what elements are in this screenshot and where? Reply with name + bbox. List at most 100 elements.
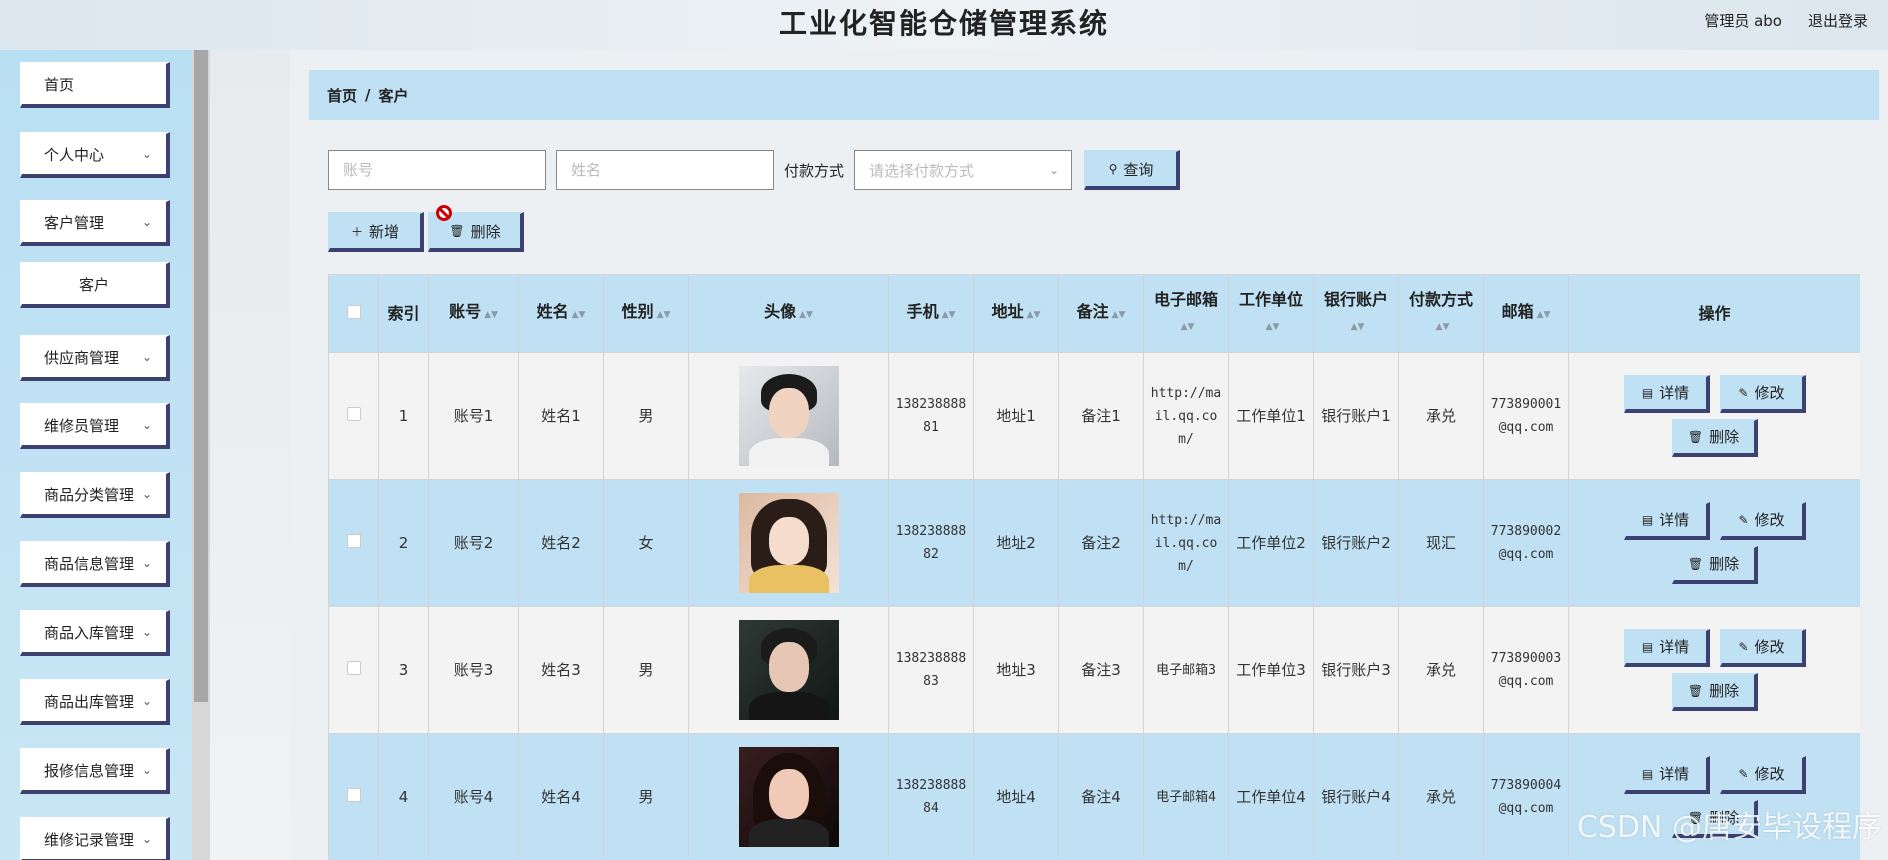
cell-mailbox: 773890002@qq.com [1483, 479, 1569, 607]
cell-checkbox [328, 479, 379, 607]
row-checkbox[interactable] [346, 533, 361, 548]
sort-icon[interactable]: ▲▼ [1027, 310, 1041, 320]
sidebar-scrollbar[interactable] [192, 50, 210, 860]
logout-link[interactable]: 退出登录 [1808, 10, 1868, 31]
plus-icon: ＋ [350, 224, 363, 239]
cell-name: 姓名1 [518, 352, 604, 480]
document-icon: ▤ [1641, 766, 1654, 781]
col-header-avatar[interactable]: 头像 ▲▼ [688, 274, 889, 353]
edit-button[interactable]: ✎ 修改 [1719, 502, 1806, 540]
col-header-label: 电子邮箱 [1153, 290, 1218, 309]
add-button[interactable]: ＋ 新增 [328, 212, 424, 252]
cell-index: 4 [378, 733, 429, 860]
sort-icon[interactable]: ▲▼ [1112, 310, 1126, 320]
detail-button[interactable]: ▤ 详情 [1623, 629, 1710, 667]
app-title: 工业化智能仓储管理系统 [778, 7, 1109, 40]
col-header-label: 工作单位 [1238, 290, 1303, 309]
sidebar-item[interactable]: 客户 [20, 262, 170, 308]
payment-select[interactable]: 请选择付款方式 ⌄ [854, 150, 1073, 190]
name-search-input[interactable] [556, 150, 774, 190]
sort-icon[interactable]: ▲▼ [1351, 322, 1365, 332]
sidebar-item[interactable]: 首页 [20, 62, 170, 108]
edit-button[interactable]: ✎ 修改 [1719, 756, 1806, 794]
sidebar-item-label: 首页 [44, 75, 75, 94]
sidebar-item[interactable]: 维修记录管理 ⌄ [20, 817, 170, 860]
sidebar-item[interactable]: 客户管理 ⌄ [20, 200, 170, 246]
sort-icon[interactable]: ▲▼ [1266, 322, 1280, 332]
col-header-remark[interactable]: 备注 ▲▼ [1058, 274, 1144, 353]
col-header-phone[interactable]: 手机 ▲▼ [888, 274, 974, 353]
batch-delete-button-label: 删除 [470, 222, 501, 241]
sort-icon[interactable]: ▲▼ [484, 310, 498, 320]
action-toolbar: ＋ 新增 🗑 删除 [328, 212, 524, 252]
cell-gender: 女 [603, 479, 689, 607]
watermark: CSDN @唐安毕设程序 [1576, 810, 1882, 845]
avatar-body [748, 438, 829, 466]
sort-icon[interactable]: ▲▼ [1537, 310, 1551, 320]
cell-avatar [688, 352, 889, 480]
cell-phone: 13823888884 [888, 733, 974, 860]
table-row[interactable]: 1 账号1 姓名1 男 13823888881 地址1 备注1 http://mail.qq.… [328, 352, 1860, 480]
sidebar-item-label: 商品分类管理 [44, 485, 135, 504]
sort-icon[interactable]: ▲▼ [657, 310, 671, 320]
sort-icon[interactable]: ▲▼ [799, 310, 813, 320]
sidebar-item[interactable]: 商品出库管理 ⌄ [20, 679, 170, 725]
customer-table: 索引 账号 ▲▼ 姓名 ▲▼ 性别 ▲▼ 头像 ▲▼ 手机 ▲▼ 地址 ▲▼ 备注 ▲▼ 电子… [328, 274, 1860, 860]
row-checkbox[interactable] [346, 406, 361, 421]
delete-button[interactable]: 🗑 删除 [1671, 419, 1758, 457]
sort-icon[interactable]: ▲▼ [1181, 322, 1195, 332]
document-icon: ▤ [1641, 512, 1654, 527]
table-header-row: 索引 账号 ▲▼ 姓名 ▲▼ 性别 ▲▼ 头像 ▲▼ 手机 ▲▼ 地址 ▲▼ 备注 ▲▼ 电子… [328, 274, 1860, 353]
query-button[interactable]: ⚲ 查询 [1084, 150, 1181, 190]
col-header-mailbox[interactable]: 邮箱 ▲▼ [1483, 274, 1569, 353]
sidebar-item[interactable]: 报修信息管理 ⌄ [20, 748, 170, 794]
col-header-account[interactable]: 账号 ▲▼ [428, 274, 519, 353]
sidebar-item[interactable]: 商品入库管理 ⌄ [20, 610, 170, 656]
sidebar-item[interactable]: 供应商管理 ⌄ [20, 335, 170, 381]
avatar-body [748, 819, 829, 847]
breadcrumb-home[interactable]: 首页 [327, 85, 357, 106]
col-header-label: 银行账户 [1323, 290, 1388, 309]
col-header-email[interactable]: 电子邮箱 ▲▼ [1143, 274, 1229, 353]
col-header-gender[interactable]: 性别 ▲▼ [603, 274, 689, 353]
cell-actions: ▤ 详情 ✎ 修改 🗑 删除 [1568, 352, 1860, 480]
detail-button[interactable]: ▤ 详情 [1623, 502, 1710, 540]
sort-icon[interactable]: ▲▼ [942, 310, 956, 320]
sidebar-item[interactable]: 商品信息管理 ⌄ [20, 541, 170, 587]
detail-button[interactable]: ▤ 详情 [1623, 375, 1710, 413]
delete-button-label: 删除 [1709, 681, 1740, 700]
edit-button-label: 修改 [1754, 383, 1785, 402]
row-checkbox[interactable] [346, 660, 361, 675]
sidebar-scrollbar-thumb[interactable] [194, 50, 208, 702]
sidebar-item[interactable]: 维修员管理 ⌄ [20, 403, 170, 449]
col-header-address[interactable]: 地址 ▲▼ [973, 274, 1059, 353]
detail-button[interactable]: ▤ 详情 [1623, 756, 1710, 794]
sidebar-item-label: 商品出库管理 [44, 692, 135, 711]
sort-icon[interactable]: ▲▼ [1436, 322, 1450, 332]
delete-button[interactable]: 🗑 删除 [1671, 673, 1758, 711]
row-checkbox[interactable] [346, 787, 361, 802]
sidebar-item[interactable]: 个人中心 ⌄ [20, 132, 170, 178]
edit-button-label: 修改 [1754, 510, 1785, 529]
col-header-company[interactable]: 工作单位 ▲▼ [1228, 274, 1314, 353]
chevron-down-icon: ⌄ [141, 832, 152, 846]
delete-button[interactable]: 🗑 删除 [1671, 546, 1758, 584]
sidebar-item[interactable]: 商品分类管理 ⌄ [20, 472, 170, 518]
user-label: 管理员 abo [1704, 12, 1782, 30]
sort-icon[interactable]: ▲▼ [572, 310, 586, 320]
edit-button[interactable]: ✎ 修改 [1719, 375, 1806, 413]
col-header-name[interactable]: 姓名 ▲▼ [518, 274, 604, 353]
cell-account: 账号2 [428, 479, 519, 607]
account-search-input[interactable] [328, 150, 546, 190]
col-header-bank[interactable]: 银行账户 ▲▼ [1313, 274, 1399, 353]
cell-address: 地址2 [973, 479, 1059, 607]
select-all-checkbox[interactable] [346, 304, 361, 319]
cell-remark: 备注4 [1058, 733, 1144, 860]
avatar-body [748, 565, 829, 593]
cell-bank: 银行账户4 [1313, 733, 1399, 860]
edit-button[interactable]: ✎ 修改 [1719, 629, 1806, 667]
table-row[interactable]: 3 账号3 姓名3 男 13823888883 地址3 备注3 电子邮箱3 工作单位3 银行账户3… [328, 606, 1860, 734]
select-all-cell [328, 274, 379, 353]
col-header-payment[interactable]: 付款方式 ▲▼ [1398, 274, 1484, 353]
table-row[interactable]: 2 账号2 姓名2 女 13823888882 地址2 备注2 http://mail.qq.… [328, 479, 1860, 607]
